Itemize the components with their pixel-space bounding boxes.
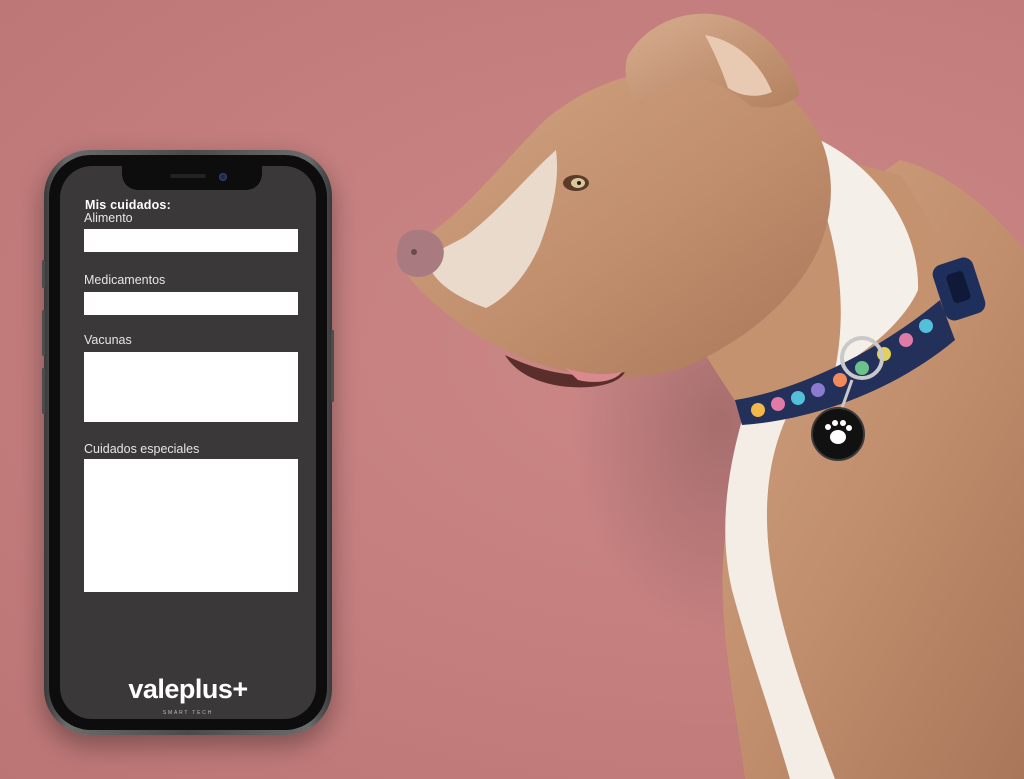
alimento-label: Alimento xyxy=(84,211,133,225)
phone-speaker xyxy=(170,174,206,178)
front-camera xyxy=(219,173,227,181)
phone-silent-switch xyxy=(42,260,45,288)
phone-screen: Mis cuidados: Alimento Medicamentos Vacu… xyxy=(60,166,316,719)
form-title: Mis cuidados: xyxy=(85,198,171,212)
brand-logo: valeplus+ xyxy=(128,674,248,704)
cuidados-especiales-label: Cuidados especiales xyxy=(84,442,200,456)
cuidados-especiales-textarea[interactable] xyxy=(84,459,298,592)
phone-power-button xyxy=(331,330,334,402)
vacunas-textarea[interactable] xyxy=(84,352,298,422)
phone-volume-down-button xyxy=(42,368,45,414)
brand-tagline: SMART TECH xyxy=(162,710,214,716)
dog-photo xyxy=(396,13,1024,779)
medicamentos-input[interactable] xyxy=(84,292,298,315)
phone-notch xyxy=(122,166,262,190)
dog-body xyxy=(396,13,1024,779)
alimento-input[interactable] xyxy=(84,229,298,252)
vacunas-label: Vacunas xyxy=(84,333,132,347)
phone-mockup: Mis cuidados: Alimento Medicamentos Vacu… xyxy=(42,150,334,735)
phone-volume-up-button xyxy=(42,310,45,356)
medicamentos-label: Medicamentos xyxy=(84,273,166,287)
phone-bezel: Mis cuidados: Alimento Medicamentos Vacu… xyxy=(49,155,327,730)
